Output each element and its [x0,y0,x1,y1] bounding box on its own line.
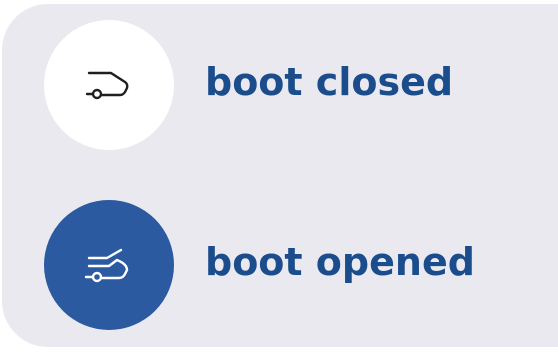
boot-closed-icon-badge [44,20,174,150]
boot-opened-label: boot opened [205,240,475,284]
car-boot-open-icon [84,248,129,283]
boot-opened-icon-badge [44,200,174,330]
legend-item-boot-closed: boot closed [0,20,558,150]
top-edge [0,0,558,4]
boot-closed-label: boot closed [205,60,454,104]
car-boot-closed-icon [85,71,129,100]
legend-item-boot-opened: boot opened [0,200,558,330]
